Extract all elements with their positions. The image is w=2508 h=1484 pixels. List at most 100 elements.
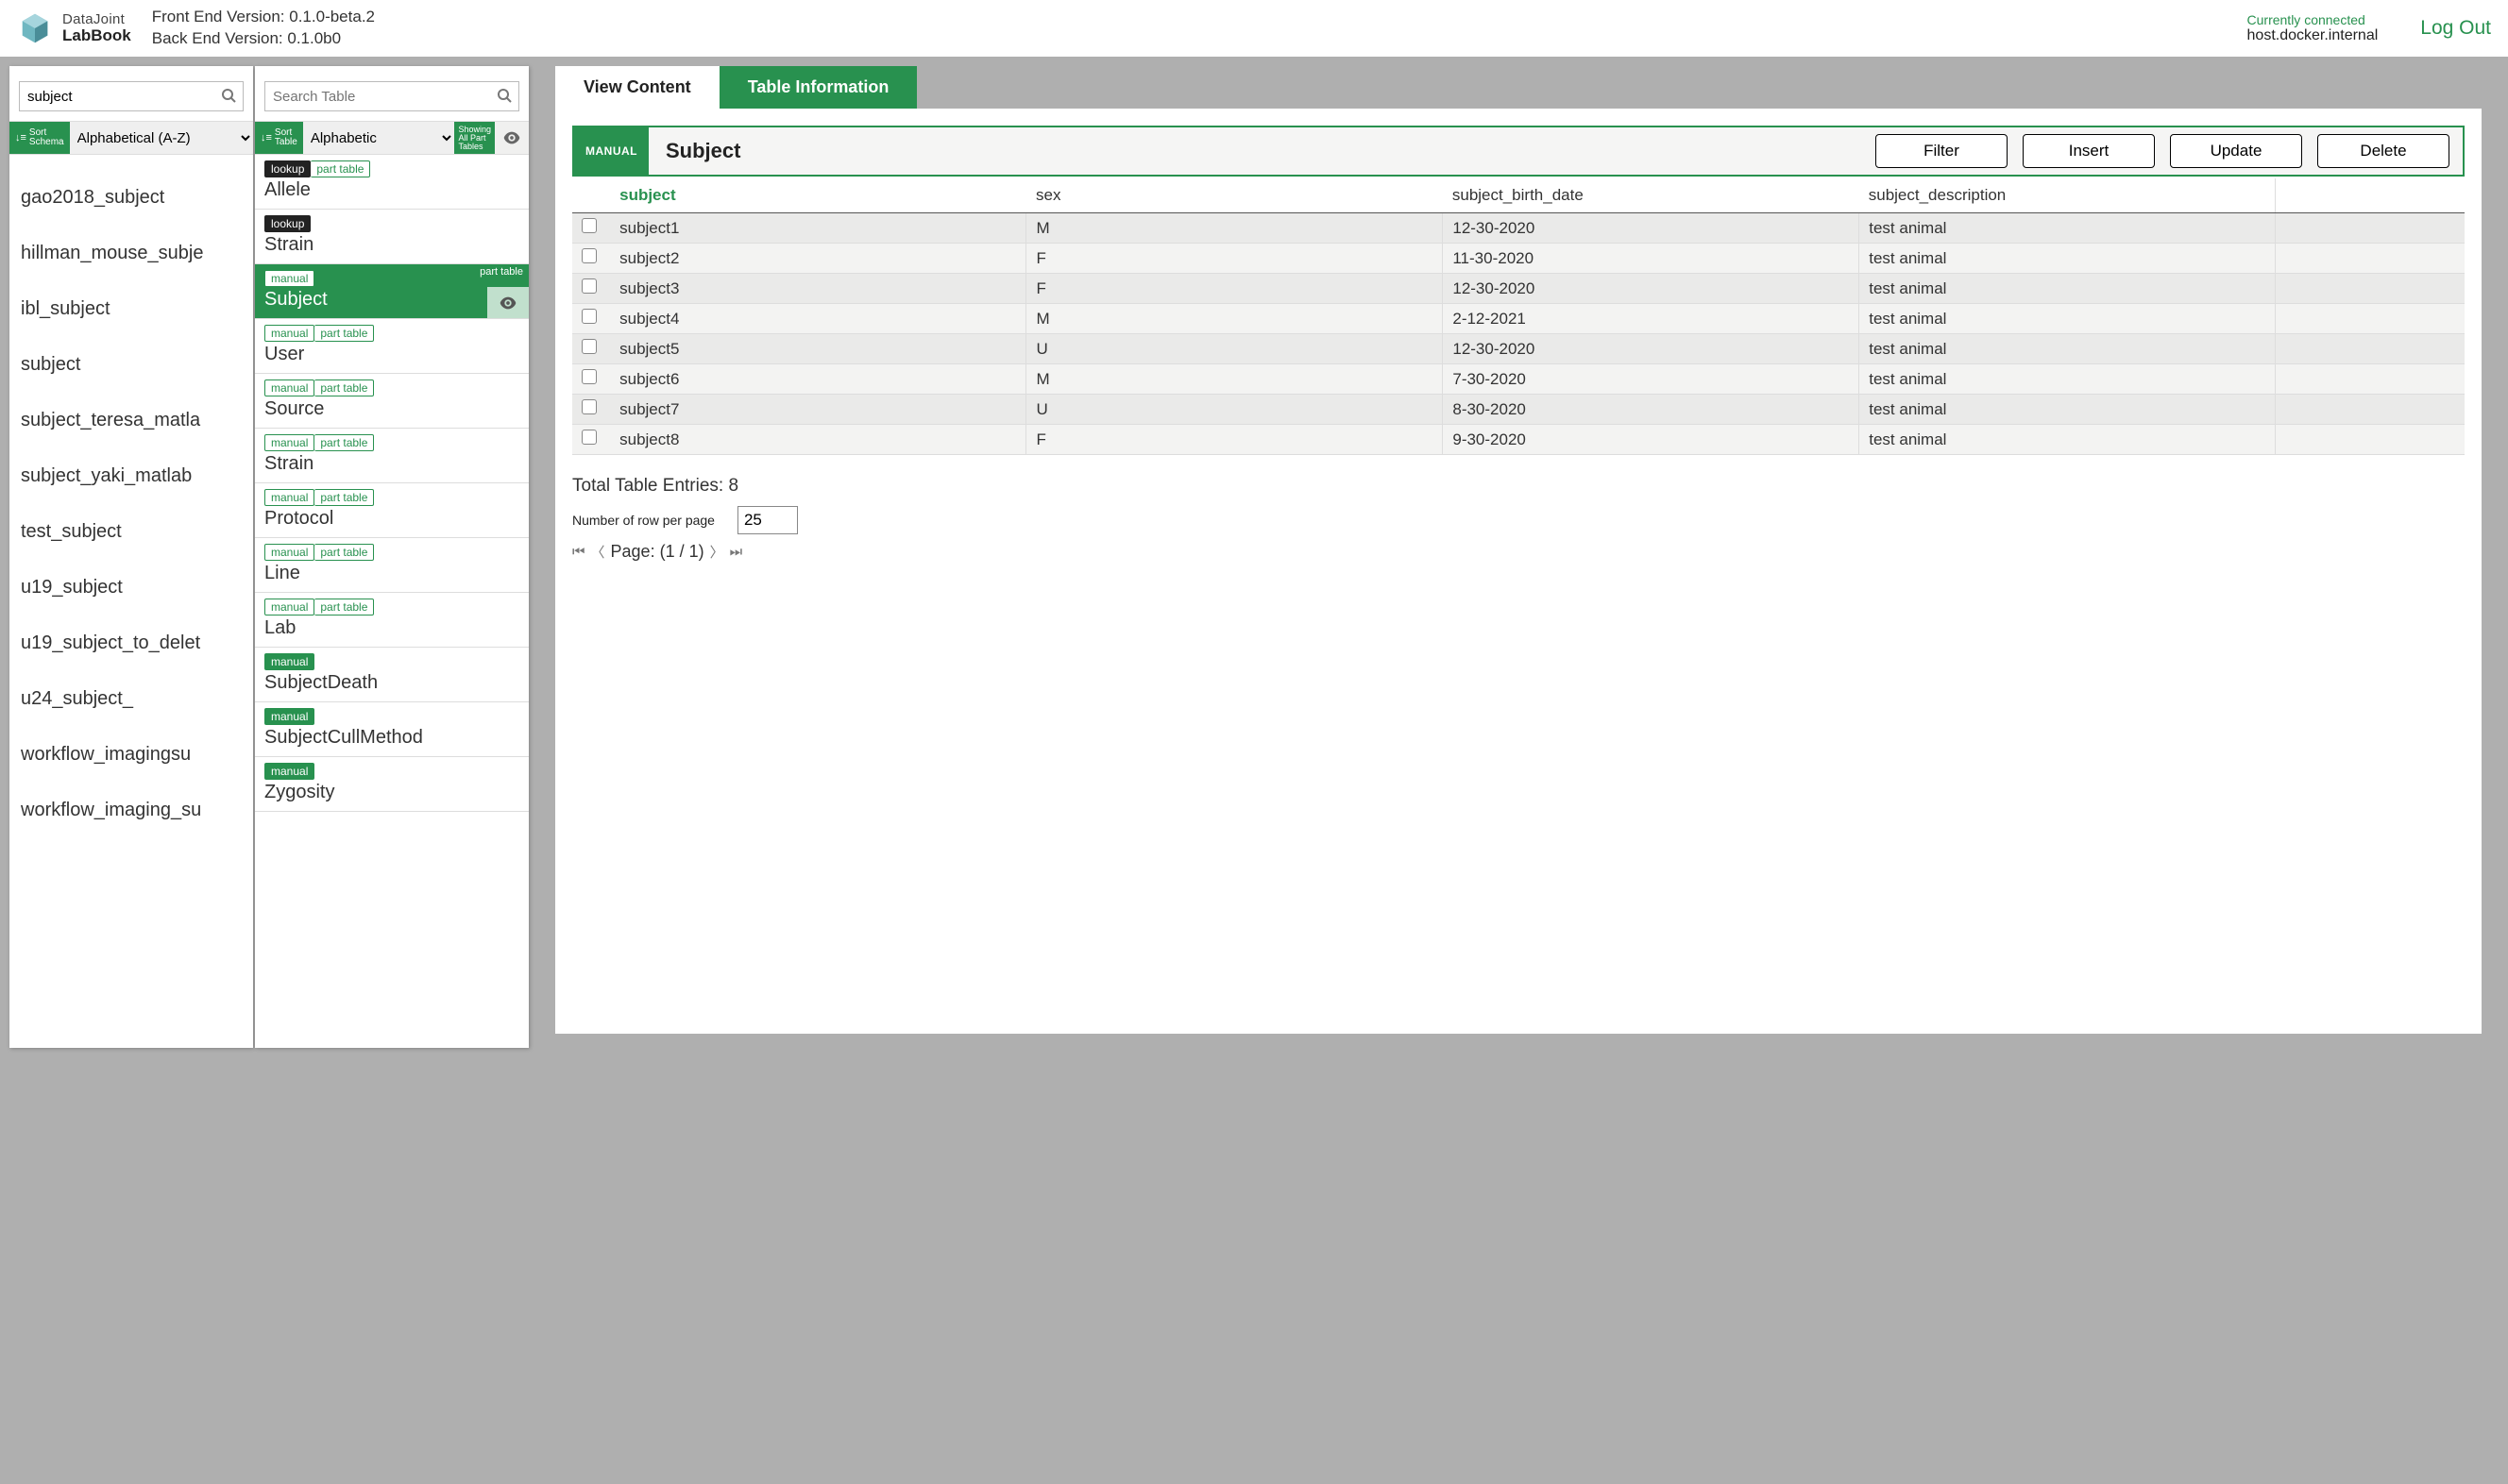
- tier-badge: MANUAL: [574, 127, 649, 175]
- table-item[interactable]: lookuppart tableAllele: [255, 155, 529, 210]
- rows-per-page-label: Number of row per page: [572, 513, 715, 528]
- schema-item[interactable]: ibl_subject: [9, 281, 253, 337]
- cell-empty: [2276, 364, 2465, 395]
- table-list[interactable]: lookuppart tableAllelelookupStrainmanual…: [255, 155, 529, 1048]
- table-panel: ↓≡ Sort Table Alphabetic Showing All Par…: [255, 66, 529, 1048]
- cell-description: test animal: [1859, 274, 2276, 304]
- schema-item[interactable]: hillman_mouse_subje: [9, 226, 253, 281]
- table-item-name: User: [264, 344, 519, 365]
- table-row[interactable]: subject6M7-30-2020test animal: [572, 364, 2465, 395]
- logout-link[interactable]: Log Out: [2420, 17, 2491, 40]
- total-entries-label: Total Table Entries: 8: [572, 476, 2465, 497]
- table-item[interactable]: lookupStrain: [255, 210, 529, 264]
- cell-empty: [2276, 395, 2465, 425]
- connected-label: Currently connected: [2247, 12, 2379, 27]
- table-sort-select[interactable]: Alphabetic: [303, 122, 455, 154]
- table-item[interactable]: manualpart tableSubject: [255, 264, 529, 319]
- delete-button[interactable]: Delete: [2317, 134, 2449, 168]
- sort-schema-label: ↓≡ Sort Schema: [9, 122, 70, 154]
- tab-table-information[interactable]: Table Information: [720, 66, 918, 109]
- schema-item[interactable]: gao2018_subject: [9, 170, 253, 226]
- row-checkbox[interactable]: [582, 339, 597, 354]
- column-header-sex[interactable]: sex: [1026, 178, 1443, 213]
- column-header-description[interactable]: subject_description: [1859, 178, 2276, 213]
- table-row[interactable]: subject4M2-12-2021test animal: [572, 304, 2465, 334]
- table-item[interactable]: manual SubjectCullMethod: [255, 702, 529, 757]
- table-item-name: SubjectCullMethod: [264, 727, 519, 749]
- table-row[interactable]: subject5U12-30-2020test animal: [572, 334, 2465, 364]
- page-last-icon[interactable]: ⏭: [730, 544, 743, 560]
- frontend-version: Front End Version: 0.1.0-beta.2: [152, 7, 375, 28]
- cell-description: test animal: [1859, 334, 2276, 364]
- schema-item[interactable]: subject_yaki_matlab: [9, 448, 253, 504]
- table-item-name: Strain: [264, 453, 519, 475]
- insert-button[interactable]: Insert: [2023, 134, 2155, 168]
- row-checkbox[interactable]: [582, 218, 597, 233]
- table-tier-badge: part table: [311, 160, 370, 177]
- table-tier-badge: part table: [314, 379, 374, 396]
- toggle-part-tables-button[interactable]: [495, 122, 529, 154]
- table-row[interactable]: subject3F12-30-2020test animal: [572, 274, 2465, 304]
- schema-item[interactable]: workflow_imaging_su: [9, 783, 253, 838]
- cell-subject: subject3: [610, 274, 1026, 304]
- schema-item[interactable]: u24_subject_: [9, 671, 253, 727]
- schema-item[interactable]: subject: [9, 337, 253, 393]
- row-checkbox[interactable]: [582, 248, 597, 263]
- table-tier-badge: manual: [264, 325, 314, 342]
- table-item[interactable]: manualSubjectDeath: [255, 648, 529, 702]
- cell-subject: subject6: [610, 364, 1026, 395]
- page-next-icon[interactable]: 〉: [710, 542, 724, 562]
- table-tier-badge: lookup: [264, 160, 311, 177]
- table-item[interactable]: manualZygosity: [255, 757, 529, 812]
- logo: DataJoint LabBook: [17, 10, 131, 46]
- table-row[interactable]: subject7U8-30-2020test animal: [572, 395, 2465, 425]
- rows-per-page-input[interactable]: [737, 506, 798, 534]
- cell-subject: subject7: [610, 395, 1026, 425]
- table-row[interactable]: subject8F9-30-2020test animal: [572, 425, 2465, 455]
- schema-item[interactable]: test_subject: [9, 504, 253, 560]
- schema-item[interactable]: workflow_imagingsu: [9, 727, 253, 783]
- version-info: Front End Version: 0.1.0-beta.2 Back End…: [152, 7, 375, 50]
- tab-view-content[interactable]: View Content: [555, 66, 720, 109]
- update-button[interactable]: Update: [2170, 134, 2302, 168]
- cell-birth-date: 11-30-2020: [1443, 244, 1859, 274]
- table-item[interactable]: manualpart tableUser: [255, 319, 529, 374]
- table-row[interactable]: subject1M12-30-2020test animal: [572, 213, 2465, 244]
- row-checkbox[interactable]: [582, 399, 597, 414]
- row-checkbox[interactable]: [582, 369, 597, 384]
- page-prev-icon[interactable]: 〈: [591, 542, 605, 562]
- table-search-input[interactable]: [264, 81, 519, 111]
- row-checkbox[interactable]: [582, 309, 597, 324]
- table-item[interactable]: manualpart tableStrain: [255, 429, 529, 483]
- filter-button[interactable]: Filter: [1875, 134, 2008, 168]
- cell-sex: F: [1026, 274, 1443, 304]
- schema-sort-select[interactable]: Alphabetical (A-Z): [70, 122, 253, 154]
- page-first-icon[interactable]: ⏮: [572, 544, 585, 560]
- table-item[interactable]: manualpart tableLab: [255, 593, 529, 648]
- table-part-toggle[interactable]: [487, 287, 529, 318]
- cell-birth-date: 2-12-2021: [1443, 304, 1859, 334]
- schema-item[interactable]: subject_teresa_matla: [9, 393, 253, 448]
- table-item[interactable]: manualpart tableLine: [255, 538, 529, 593]
- cell-sex: U: [1026, 334, 1443, 364]
- column-header-birth-date[interactable]: subject_birth_date: [1443, 178, 1859, 213]
- table-tier-badge: part table: [314, 434, 374, 451]
- cell-empty: [2276, 244, 2465, 274]
- row-checkbox[interactable]: [582, 278, 597, 294]
- schema-item[interactable]: u19_subject_to_delet: [9, 616, 253, 671]
- table-tier-badge: manual: [264, 653, 314, 670]
- pagination: ⏮ 〈 Page: (1 / 1) 〉 ⏭: [572, 542, 2465, 562]
- page-label: Page: (1 / 1): [611, 542, 704, 562]
- cell-subject: subject5: [610, 334, 1026, 364]
- column-header-subject[interactable]: subject: [610, 178, 1026, 213]
- table-item[interactable]: manualpart tableSource: [255, 374, 529, 429]
- row-checkbox[interactable]: [582, 430, 597, 445]
- table-tier-badge: manual: [264, 708, 314, 725]
- schema-search-input[interactable]: [19, 81, 244, 111]
- table-item[interactable]: manualpart tableProtocol: [255, 483, 529, 538]
- table-item-name: Strain: [264, 234, 519, 256]
- schema-list[interactable]: gao2018_subjecthillman_mouse_subjeibl_su…: [9, 155, 253, 1048]
- schema-item[interactable]: u19_subject: [9, 560, 253, 616]
- table-row[interactable]: subject2F11-30-2020test animal: [572, 244, 2465, 274]
- cell-sex: M: [1026, 304, 1443, 334]
